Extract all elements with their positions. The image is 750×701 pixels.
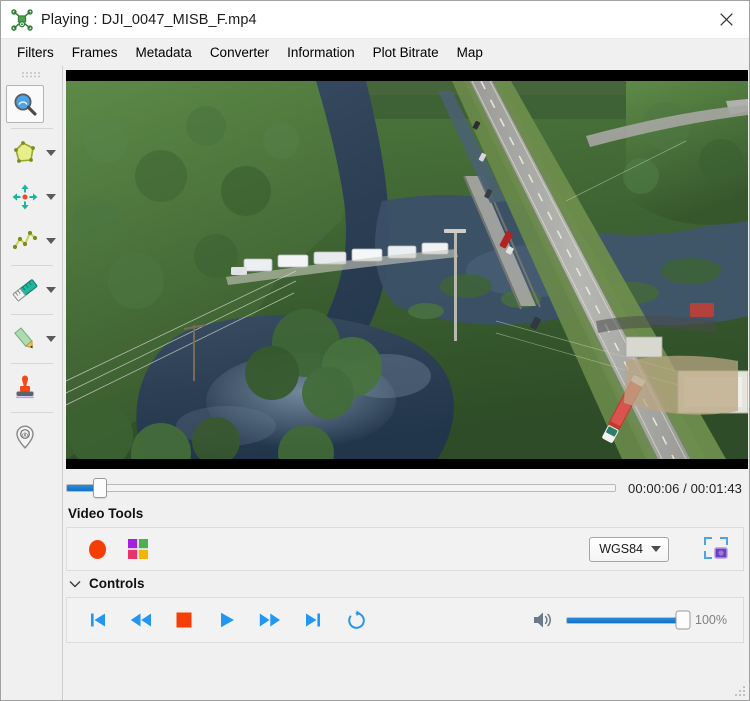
tool-row-map-pin: db [3,415,61,459]
toolbar-drag-grip[interactable] [18,70,46,79]
tool-row-polygon [3,131,61,175]
color-grid-button[interactable] [128,539,148,559]
center-tool-button[interactable] [6,178,44,216]
volume-group: 100% [533,610,727,630]
speaker-icon[interactable] [533,610,555,630]
polyline-icon [12,230,37,250]
video-tools-header: Video Tools [66,501,744,526]
target-arrows-icon [12,184,37,210]
video-tools-title: Video Tools [68,506,144,521]
left-toolbar: db [1,66,63,700]
stop-button[interactable] [171,607,197,633]
toolbar-separator [10,363,53,364]
skip-back-icon [91,613,105,627]
close-icon [719,13,733,26]
pencil-dropdown-caret[interactable] [45,336,56,342]
toolbar-separator [10,412,53,413]
timeline-slider-handle[interactable] [92,478,107,498]
map-pin-icon: db [15,425,34,449]
menu-bar: Filters Frames Metadata Converter Inform… [1,39,749,66]
chevron-down-icon[interactable] [68,577,82,591]
polygon-icon [13,141,35,163]
chevron-down-icon [651,546,661,552]
svg-text:db: db [21,433,27,439]
pencil-tool-button[interactable] [6,320,44,358]
video-frame-image [66,70,748,469]
ruler-icon [11,279,37,302]
title-bar: Playing : DJI_0047_MISB_F.mp4 [1,1,749,39]
menu-plot-bitrate[interactable]: Plot Bitrate [364,41,448,64]
video-display[interactable] [66,70,748,469]
main-content: 00:00:06 / 00:01:43 Video Tools WGS84 Co… [63,66,749,700]
drone-icon [11,8,33,31]
volume-fill [567,617,684,623]
menu-information[interactable]: Information [278,41,364,64]
loop-icon [347,609,365,629]
rewind-button[interactable] [128,607,154,633]
body-area: db 00:00:06 / 00:01:43 Video Tools WGS84… [1,66,749,700]
record-button[interactable] [89,539,106,559]
polygon-dropdown-caret[interactable] [45,150,56,156]
fast-forward-icon [259,613,280,627]
magnifier-icon [14,93,37,116]
crs-select[interactable]: WGS84 [589,536,669,562]
polyline-tool-button[interactable] [6,222,44,260]
resize-grip[interactable] [734,685,746,697]
video-tools-left-group [89,539,148,559]
timeline-row: 00:00:06 / 00:01:43 [66,475,744,501]
application-window: Playing : DJI_0047_MISB_F.mp4 Filters Fr… [0,0,750,701]
fast-forward-button[interactable] [257,607,283,633]
ruler-dropdown-caret[interactable] [45,287,56,293]
skip-forward-icon [306,613,320,627]
polyline-dropdown-caret[interactable] [45,238,56,244]
tool-row-center [3,175,61,219]
snapshot-button[interactable] [703,536,729,562]
stamp-icon [15,375,34,399]
loop-button[interactable] [343,607,369,633]
volume-label: 100% [695,613,727,627]
menu-map[interactable]: Map [448,41,492,64]
controls-header[interactable]: Controls [66,571,744,596]
tool-row-stamp [3,366,61,410]
window-title: Playing : DJI_0047_MISB_F.mp4 [41,11,257,28]
stop-icon [176,612,192,628]
time-display: 00:00:06 / 00:01:43 [628,480,742,496]
ruler-tool-button[interactable] [6,271,44,309]
playback-buttons [85,607,369,633]
tool-row-pencil [3,317,61,361]
play-button[interactable] [214,607,240,633]
volume-slider-handle[interactable] [675,610,691,630]
play-icon [221,612,234,628]
stamp-tool-button[interactable] [6,369,44,407]
rewind-icon [130,613,151,627]
pencil-icon [13,327,33,349]
controls-title: Controls [89,576,145,591]
crs-select-value: WGS84 [599,542,643,556]
close-window-button[interactable] [703,1,749,38]
map-pin-tool-button[interactable]: db [6,418,44,456]
skip-to-start-button[interactable] [85,607,111,633]
polygon-tool-button[interactable] [6,134,44,172]
bottom-filler [66,643,744,700]
center-dropdown-caret[interactable] [45,194,56,200]
volume-slider[interactable] [566,610,691,630]
tool-row-polyline [3,219,61,263]
toolbar-separator [10,265,53,266]
controls-panel: 100% [66,597,744,643]
toolbar-separator [10,128,53,129]
menu-metadata[interactable]: Metadata [127,41,201,64]
timeline-slider[interactable] [66,478,617,498]
magnifier-tool-button[interactable] [5,85,44,123]
video-tools-panel: WGS84 [66,527,744,571]
menu-filters[interactable]: Filters [8,41,63,64]
menu-converter[interactable]: Converter [201,41,278,64]
tool-row-magnifier [3,82,61,126]
toolbar-separator [10,314,53,315]
tool-row-ruler [3,268,61,312]
menu-frames[interactable]: Frames [63,41,127,64]
video-tools-right-group: WGS84 [589,536,729,562]
skip-to-end-button[interactable] [300,607,326,633]
